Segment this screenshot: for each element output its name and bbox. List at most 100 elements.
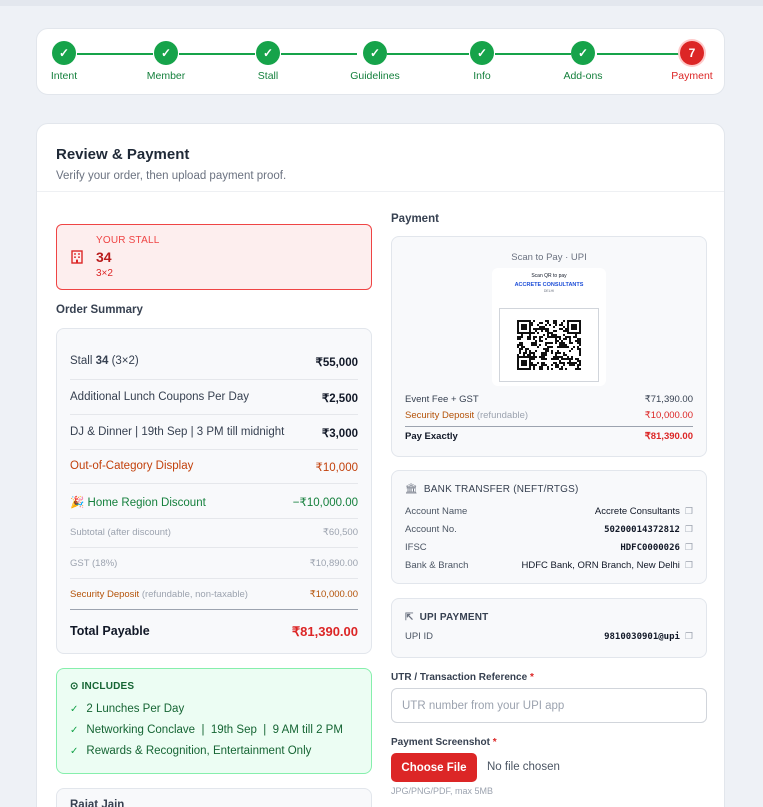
order-line-label: 🎉 Home Region Discount [70, 497, 206, 509]
step-stall[interactable]: ✓ Stall [228, 41, 308, 82]
order-line-label: Out-of-Category Display [70, 460, 194, 472]
step-label: Add-ons [563, 70, 603, 82]
file-status: No file chosen [487, 761, 560, 773]
copy-icon[interactable]: ❐ [685, 560, 693, 570]
qr-code-card: Scan QR to pay ACCRETE CONSULTANTS DELHI [492, 268, 606, 386]
stall-number: 34 [96, 249, 112, 265]
step-number: 7 [680, 41, 704, 65]
divider [70, 379, 358, 380]
divider [70, 483, 358, 484]
scan-label: Scan to Pay · UPI [511, 252, 587, 263]
order-line-label: DJ & Dinner | 19th Sep | 3 PM till midni… [70, 426, 285, 438]
order-security-deposit: Security Deposit (refundable, non-taxabl… [70, 589, 358, 600]
bank-row-branch: Bank & Branch HDFC Bank, ORN Branch, New… [405, 560, 693, 571]
order-line-out-of-category: Out-of-Category Display ₹10,000 [70, 460, 358, 474]
step-label: Member [146, 70, 186, 82]
file-hint: JPG/PNG/PDF, max 5MB [391, 786, 494, 796]
order-gst: GST (18%) ₹10,890.00 [70, 558, 358, 569]
order-line-dj-dinner: DJ & Dinner | 19th Sep | 3 PM till midni… [70, 426, 358, 440]
step-label: Intent [50, 70, 78, 82]
list-item: ✓ Rewards & Recognition, Entertainment On… [70, 745, 312, 757]
order-summary-panel: Stall 34 (3×2) ₹55,000 Additional Lunch … [56, 328, 372, 654]
check-icon: ✓ [363, 41, 387, 65]
choose-file-button[interactable]: Choose File [391, 753, 477, 782]
step-label: Guidelines [350, 70, 400, 82]
check-icon: ✓ [154, 41, 178, 65]
check-icon: ✓ [571, 41, 595, 65]
upi-payment-panel: ⇱ UPI PAYMENT UPI ID 9810030901@upi ❐ [391, 598, 707, 658]
check-icon: ✓ [70, 704, 79, 715]
order-line-label: Additional Lunch Coupons Per Day [70, 391, 250, 403]
building-icon [71, 250, 83, 267]
order-subtotal: Subtotal (after discount) ₹60,500 [70, 527, 358, 538]
step-intent[interactable]: ✓ Intent [24, 41, 104, 82]
order-line-label: Stall 34 (3×2) [70, 355, 139, 367]
step-guidelines[interactable]: ✓ Guidelines [335, 41, 415, 82]
step-info[interactable]: ✓ Info [442, 41, 522, 82]
order-line-discount: 🎉 Home Region Discount −₹10,000.00 [70, 495, 358, 509]
bank-row-account-name: Account Name Accrete Consultants ❐ [405, 506, 693, 517]
screenshot-label: Payment Screenshot * [391, 737, 497, 748]
divider [405, 426, 693, 427]
contact-name: Rajat Jain [70, 799, 125, 807]
event-fee-row: Event Fee + GST ₹71,390.00 [405, 394, 693, 405]
upi-header: ⇱ UPI PAYMENT [405, 612, 489, 623]
review-payment-card: Review & Payment Verify your order, then… [36, 123, 725, 807]
total-value: ₹81,390.00 [291, 624, 358, 639]
contact-card: Rajat Jain [56, 788, 372, 807]
includes-header: ⊙ INCLUDES [70, 681, 135, 692]
order-summary-title: Order Summary [56, 304, 143, 316]
utr-input[interactable] [391, 688, 707, 723]
bank-header: 🏛 BANK TRANSFER (NEFT/RTGS) [405, 484, 579, 495]
progress-stepper: ✓ Intent ✓ Member ✓ Stall ✓ Guidelines ✓… [36, 28, 725, 95]
divider [37, 191, 724, 192]
step-label: Stall [257, 70, 279, 82]
order-line-value: ₹55,000 [315, 357, 359, 369]
total-label: Total Payable [70, 624, 150, 638]
check-icon: ✓ [70, 746, 79, 757]
order-line-lunch: Additional Lunch Coupons Per Day ₹2,500 [70, 391, 358, 405]
copy-icon[interactable]: ❐ [685, 506, 693, 516]
step-add-ons[interactable]: ✓ Add-ons [543, 41, 623, 82]
order-line-value: −₹10,000.00 [292, 497, 358, 509]
order-line-stall: Stall 34 (3×2) ₹55,000 [70, 355, 358, 369]
page-title: Review & Payment [56, 146, 190, 163]
step-payment[interactable]: 7 Payment [652, 41, 732, 82]
copy-icon[interactable]: ❐ [685, 631, 693, 641]
pay-exactly-row: Pay Exactly ₹81,390.00 [405, 431, 693, 442]
order-line-value: ₹2,500 [321, 393, 358, 405]
upi-qr-panel: Scan to Pay · UPI Scan QR to pay ACCRETE… [391, 236, 707, 457]
divider [70, 547, 358, 548]
divider [70, 449, 358, 450]
utr-label: UTR / Transaction Reference * [391, 672, 534, 683]
stall-size: 3×2 [96, 268, 113, 279]
order-total: Total Payable ₹81,390.00 [70, 624, 358, 640]
payment-title: Payment [391, 213, 439, 225]
order-line-value: ₹3,000 [321, 428, 358, 440]
step-member[interactable]: ✓ Member [126, 41, 206, 82]
party-popper-icon: 🎉 [70, 497, 85, 509]
bank-row-account-no: Account No. 50200014372812 ❐ [405, 524, 693, 535]
page-subtitle: Verify your order, then upload payment p… [56, 170, 287, 182]
check-icon: ✓ [70, 725, 79, 736]
check-circle-icon: ⊙ [70, 681, 79, 692]
deposit-row: Security Deposit (refundable) ₹10,000.00 [405, 410, 693, 421]
divider [70, 414, 358, 415]
list-item: ✓ 2 Lunches Per Day [70, 703, 185, 715]
copy-icon[interactable]: ❐ [685, 524, 693, 534]
includes-list: ✓ 2 Lunches Per Day ✓ Networking Conclave … [70, 703, 343, 766]
stall-kicker: YOUR STALL [96, 235, 160, 246]
top-header-strip [0, 0, 763, 6]
step-label: Payment [671, 70, 713, 82]
bank-transfer-panel: 🏛 BANK TRANSFER (NEFT/RTGS) Account Name … [391, 470, 707, 584]
bank-icon: 🏛 [405, 484, 418, 495]
divider [70, 609, 358, 610]
copy-icon[interactable]: ❐ [685, 542, 693, 552]
your-stall-card: YOUR STALL 34 3×2 [56, 224, 372, 290]
order-line-value: ₹10,000 [315, 462, 359, 474]
qr-code-icon [499, 308, 599, 382]
step-label: Info [473, 70, 491, 82]
divider [70, 578, 358, 579]
bank-row-ifsc: IFSC HDFC0000026 ❐ [405, 542, 693, 553]
check-icon: ✓ [470, 41, 494, 65]
